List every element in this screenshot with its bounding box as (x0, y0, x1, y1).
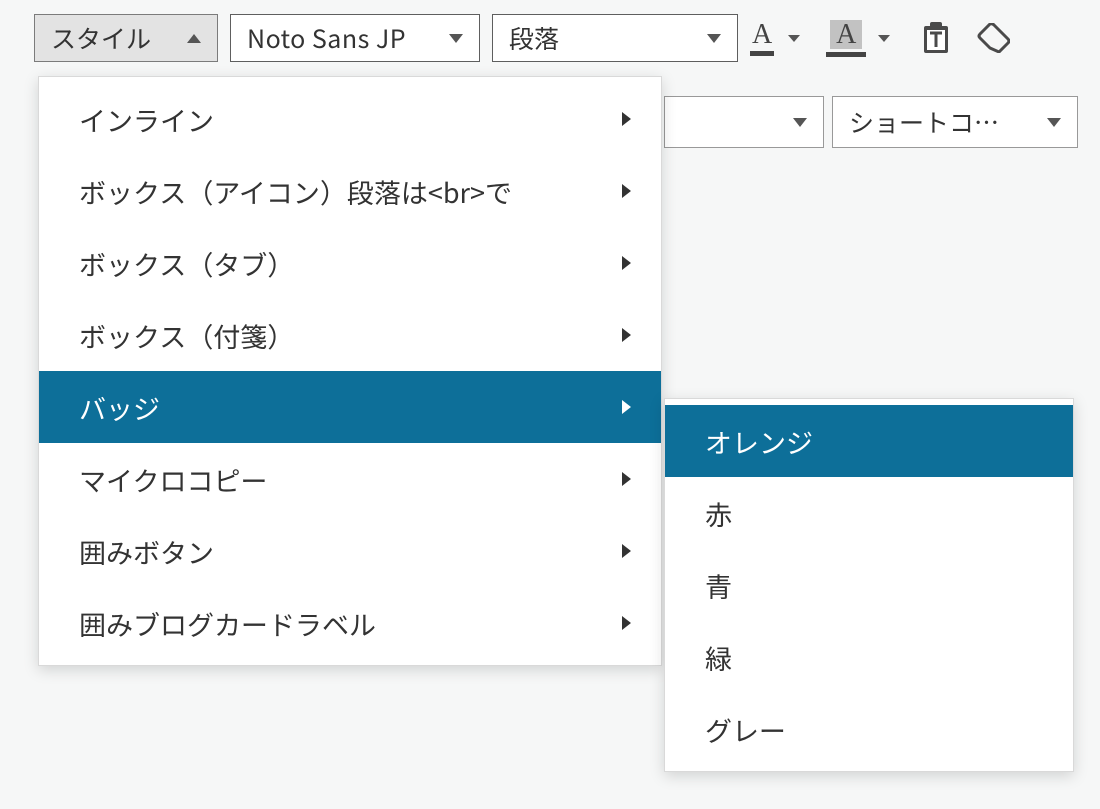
menu-item-label: ボックス（タブ） (79, 244, 294, 283)
format-label: 段落 (509, 20, 559, 56)
submenu-item-label: 赤 (705, 494, 732, 533)
chevron-right-icon (622, 256, 631, 270)
badge-option-blue[interactable]: 青 (665, 549, 1073, 621)
menu-item-label: マイクロコピー (79, 460, 267, 499)
badge-submenu: オレンジ 赤 青 緑 グレー (664, 398, 1074, 772)
font-family-label: Noto Sans JP (247, 20, 406, 56)
badge-option-red[interactable]: 赤 (665, 477, 1073, 549)
menu-item-label: ボックス（付箋） (79, 316, 294, 355)
caret-down-icon (449, 34, 463, 43)
caret-down-icon (1047, 118, 1061, 127)
toolbar-row-1: スタイル Noto Sans JP 段落 A A (0, 0, 1100, 70)
caret-up-icon (187, 34, 201, 43)
background-color-split-button[interactable]: A (826, 14, 890, 62)
menu-item-label: 囲みブログカードラベル (79, 604, 376, 643)
format-dropdown[interactable]: 段落 (492, 14, 738, 62)
background-color-icon: A (826, 20, 866, 57)
menu-item-box-icon[interactable]: ボックス（アイコン）段落は<br>で (39, 155, 661, 227)
chevron-right-icon (622, 184, 631, 198)
submenu-item-label: グレー (705, 710, 786, 749)
chevron-right-icon (622, 112, 631, 126)
font-family-dropdown[interactable]: Noto Sans JP (230, 14, 480, 62)
caret-down-icon (878, 35, 890, 42)
style-dropdown[interactable]: スタイル (34, 14, 218, 62)
menu-item-microcopy[interactable]: マイクロコピー (39, 443, 661, 515)
menu-item-badge[interactable]: バッジ (39, 371, 661, 443)
style-dropdown-label: スタイル (51, 20, 151, 56)
menu-item-boxed-button[interactable]: 囲みボタン (39, 515, 661, 587)
menu-item-label: インライン (79, 100, 214, 139)
text-color-icon: A (750, 21, 774, 56)
chevron-right-icon (622, 472, 631, 486)
paste-as-text-button[interactable] (916, 14, 956, 62)
shortcode-dropdown[interactable]: ショートコ… (832, 96, 1078, 148)
chevron-right-icon (622, 616, 631, 630)
menu-item-blogcard-label[interactable]: 囲みブログカードラベル (39, 587, 661, 659)
submenu-item-label: 緑 (705, 638, 732, 677)
menu-item-label: 囲みボタン (79, 532, 214, 571)
badge-option-orange[interactable]: オレンジ (665, 405, 1073, 477)
hidden-dropdown-peek[interactable] (664, 96, 824, 148)
badge-option-gray[interactable]: グレー (665, 693, 1073, 765)
chevron-right-icon (622, 544, 631, 558)
badge-option-green[interactable]: 緑 (665, 621, 1073, 693)
clear-formatting-button[interactable] (972, 14, 1012, 62)
submenu-item-label: 青 (705, 566, 732, 605)
shortcode-label: ショートコ… (849, 104, 999, 140)
text-color-split-button[interactable]: A (750, 14, 800, 62)
style-menu: インライン ボックス（アイコン）段落は<br>で ボックス（タブ） ボックス（付… (38, 76, 662, 666)
clipboard-text-icon (920, 21, 952, 55)
menu-item-box-tab[interactable]: ボックス（タブ） (39, 227, 661, 299)
menu-item-label: バッジ (79, 388, 160, 427)
chevron-right-icon (622, 328, 631, 342)
caret-down-icon (707, 34, 721, 43)
chevron-right-icon (622, 400, 631, 414)
submenu-item-label: オレンジ (705, 422, 813, 461)
menu-item-inline[interactable]: インライン (39, 83, 661, 155)
menu-item-label: ボックス（アイコン）段落は<br>で (79, 172, 512, 211)
menu-item-box-sticky[interactable]: ボックス（付箋） (39, 299, 661, 371)
caret-down-icon (793, 118, 807, 127)
eraser-icon (974, 23, 1010, 53)
caret-down-icon (788, 35, 800, 42)
